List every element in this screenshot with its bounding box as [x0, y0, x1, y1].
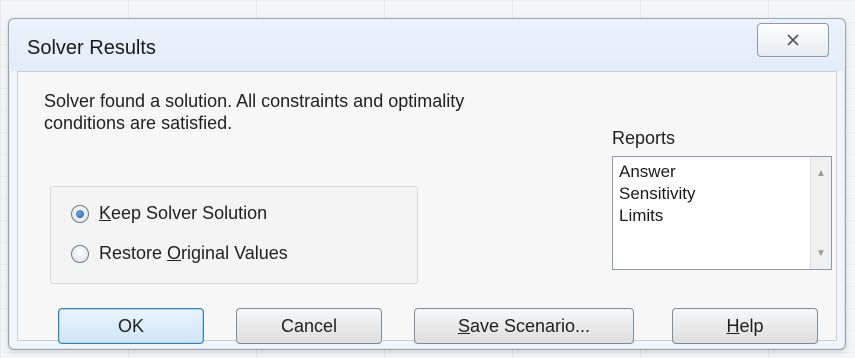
result-message-line-2: conditions are satisfied.	[44, 113, 233, 133]
dialog-title: Solver Results	[27, 37, 156, 59]
close-icon	[787, 34, 799, 46]
solution-options-group: Keep Solver Solution Restore Original Va…	[50, 186, 418, 284]
reports-scrollbar[interactable]: ▲ ▼	[810, 157, 831, 269]
solver-results-dialog: Solver Results Solver found a solution. …	[8, 18, 846, 350]
scroll-up-arrow-icon[interactable]: ▲	[811, 163, 831, 183]
cancel-button[interactable]: Cancel	[236, 308, 382, 344]
result-message-line-1: Solver found a solution. All constraints…	[44, 91, 465, 111]
restore-original-values-option[interactable]: Restore Original Values	[71, 243, 288, 264]
reports-label: Reports	[612, 128, 676, 148]
scroll-down-arrow-icon[interactable]: ▼	[811, 243, 831, 263]
reports-listbox[interactable]: Answer Sensitivity Limits ▲ ▼	[612, 156, 832, 270]
save-scenario-button[interactable]: Save Scenario...	[414, 308, 634, 344]
restore-original-values-label: Restore Original Values	[99, 243, 288, 263]
close-button[interactable]	[757, 23, 829, 57]
title-bar: Solver Results	[9, 19, 845, 71]
dialog-content: Solver found a solution. All constraints…	[17, 71, 837, 344]
report-item-answer[interactable]: Answer	[619, 161, 696, 183]
report-item-sensitivity[interactable]: Sensitivity	[619, 183, 696, 205]
keep-solver-solution-option[interactable]: Keep Solver Solution	[71, 203, 267, 224]
report-item-limits[interactable]: Limits	[619, 205, 696, 227]
help-button[interactable]: Help	[672, 308, 818, 344]
result-message: Solver found a solution. All constraints…	[44, 90, 604, 134]
keep-solver-solution-radio[interactable]	[71, 204, 89, 223]
keep-solver-solution-label: Keep Solver Solution	[99, 203, 268, 223]
restore-original-values-radio[interactable]	[71, 244, 89, 263]
ok-button[interactable]: OK	[58, 308, 204, 344]
